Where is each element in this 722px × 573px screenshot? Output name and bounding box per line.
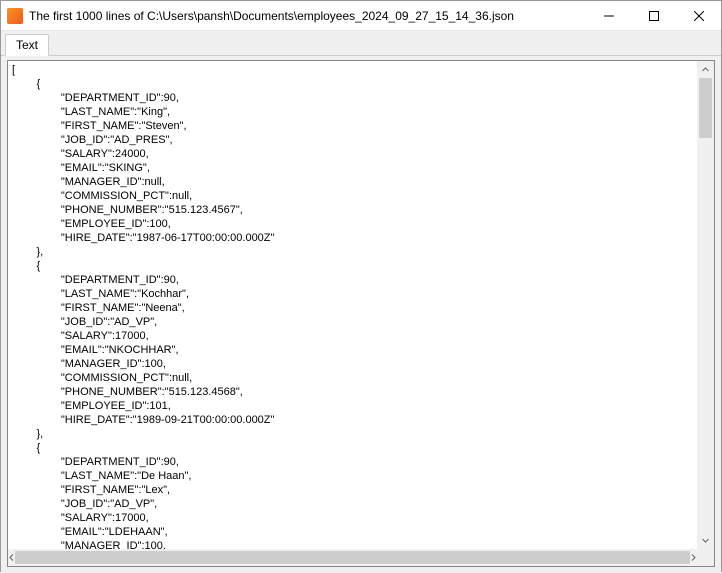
maximize-icon — [649, 11, 659, 21]
window-controls — [586, 1, 721, 30]
minimize-button[interactable] — [586, 1, 631, 31]
vertical-scroll-track[interactable] — [697, 78, 714, 532]
tab-strip: Text — [1, 31, 721, 56]
horizontal-scroll-thumb[interactable] — [15, 551, 690, 564]
close-button[interactable] — [676, 1, 721, 31]
horizontal-scrollbar[interactable] — [8, 549, 714, 566]
chevron-left-icon — [8, 554, 15, 561]
chevron-up-icon — [702, 66, 709, 73]
app-icon — [7, 8, 23, 24]
scrollbar-corner — [697, 549, 714, 566]
maximize-button[interactable] — [631, 1, 676, 31]
close-icon — [694, 11, 704, 21]
text-body: [ { "DEPARTMENT_ID":90, "LAST_NAME":"Kin… — [8, 61, 714, 549]
scroll-down-button[interactable] — [697, 532, 714, 549]
vertical-scroll-thumb[interactable] — [699, 78, 712, 138]
scroll-right-button[interactable] — [690, 549, 697, 566]
minimize-icon — [604, 11, 614, 21]
scroll-up-button[interactable] — [697, 61, 714, 78]
window-title: The first 1000 lines of C:\Users\pansh\D… — [29, 9, 586, 23]
horizontal-scroll-track[interactable] — [15, 549, 690, 566]
scroll-left-button[interactable] — [8, 549, 15, 566]
text-content[interactable]: [ { "DEPARTMENT_ID":90, "LAST_NAME":"Kin… — [8, 61, 697, 549]
vertical-scrollbar[interactable] — [697, 61, 714, 549]
content-wrap: [ { "DEPARTMENT_ID":90, "LAST_NAME":"Kin… — [1, 56, 721, 573]
chevron-right-icon — [690, 554, 697, 561]
titlebar: The first 1000 lines of C:\Users\pansh\D… — [1, 1, 721, 31]
chevron-down-icon — [702, 537, 709, 544]
tab-text[interactable]: Text — [5, 34, 49, 56]
text-panel: [ { "DEPARTMENT_ID":90, "LAST_NAME":"Kin… — [7, 60, 715, 567]
